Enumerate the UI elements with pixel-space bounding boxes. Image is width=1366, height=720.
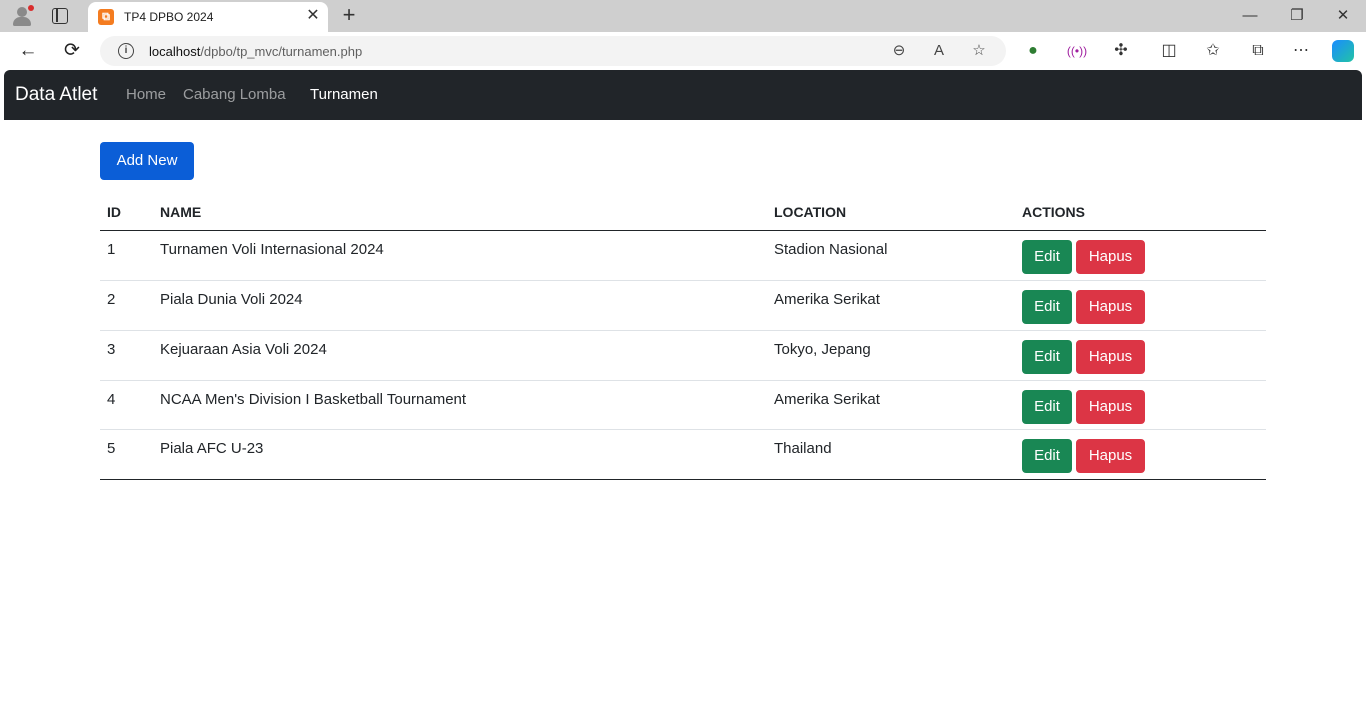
extension-globe-icon[interactable]: ● <box>1022 40 1044 62</box>
table-row: 3 Kejuaraan Asia Voli 2024 Tokyo, Jepang… <box>100 331 1266 381</box>
extensions-icon[interactable]: ✣ <box>1110 40 1132 62</box>
back-icon[interactable]: ← <box>16 39 40 63</box>
profile-icon[interactable] <box>11 5 34 27</box>
edit-button[interactable]: Edit <box>1022 290 1072 324</box>
edit-button[interactable]: Edit <box>1022 439 1072 473</box>
cell-name: NCAA Men's Division I Basketball Tournam… <box>160 391 467 408</box>
url-text[interactable]: localhost/dpbo/tp_mvc/turnamen.php <box>149 44 362 59</box>
delete-button[interactable]: Hapus <box>1076 240 1145 274</box>
refresh-icon[interactable]: ⟳ <box>60 39 84 63</box>
page-viewport: Data Atlet Home Cabang Lomba Turnamen Ad… <box>4 70 1362 720</box>
favorite-star-icon[interactable]: ☆ <box>968 40 990 62</box>
cell-id: 2 <box>107 291 116 308</box>
cell-name: Piala Dunia Voli 2024 <box>160 291 303 308</box>
cell-location: Stadion Nasional <box>774 241 888 258</box>
add-new-button[interactable]: Add New <box>100 142 194 180</box>
read-aloud-icon[interactable]: A <box>928 40 950 62</box>
browser-tab[interactable]: ⧉ TP4 DPBO 2024 ✕ <box>88 2 328 32</box>
table-row: 4 NCAA Men's Division I Basketball Tourn… <box>100 381 1266 431</box>
cell-id: 3 <box>107 341 116 358</box>
info-icon[interactable]: i <box>118 43 134 59</box>
header-name: NAME <box>160 204 202 220</box>
new-tab-icon[interactable]: + <box>338 4 360 26</box>
tab-actions-icon[interactable] <box>52 8 68 24</box>
header-id: ID <box>107 204 121 220</box>
table-row: 2 Piala Dunia Voli 2024 Amerika Serikat … <box>100 281 1266 331</box>
nav-link-turnamen[interactable]: Turnamen <box>310 86 378 103</box>
collections-icon[interactable]: ⧉ <box>1247 40 1269 62</box>
minimize-icon[interactable]: — <box>1238 4 1262 28</box>
header-actions: ACTIONS <box>1022 204 1085 220</box>
extension-broadcast-icon[interactable]: ((•)) <box>1066 40 1088 62</box>
url-host: localhost <box>149 44 201 59</box>
delete-button[interactable]: Hapus <box>1076 439 1145 473</box>
table-row: 5 Piala AFC U-23 Thailand Edit Hapus <box>100 430 1266 480</box>
favorites-icon[interactable]: ✩ <box>1202 40 1224 62</box>
cell-id: 5 <box>107 440 116 457</box>
zoom-icon[interactable]: ⊖ <box>888 40 910 62</box>
table-bottom-border <box>100 479 1266 480</box>
tab-title: TP4 DPBO 2024 <box>124 10 214 24</box>
cell-location: Tokyo, Jepang <box>774 341 871 358</box>
header-location: LOCATION <box>774 204 847 220</box>
xampp-favicon-icon: ⧉ <box>98 9 114 25</box>
table-row: 1 Turnamen Voli Internasional 2024 Stadi… <box>100 231 1266 281</box>
restore-icon[interactable]: ❐ <box>1285 4 1309 28</box>
delete-button[interactable]: Hapus <box>1076 340 1145 374</box>
cell-name: Piala AFC U-23 <box>160 440 264 457</box>
navbar: Data Atlet Home Cabang Lomba Turnamen <box>4 70 1362 120</box>
cell-location: Amerika Serikat <box>774 291 880 308</box>
edit-button[interactable]: Edit <box>1022 240 1072 274</box>
cell-name: Turnamen Voli Internasional 2024 <box>160 241 384 258</box>
nav-link-home[interactable]: Home <box>126 86 166 103</box>
browser-toolbar: ← ⟳ i localhost/dpbo/tp_mvc/turnamen.php… <box>0 32 1366 70</box>
cell-location: Amerika Serikat <box>774 391 880 408</box>
edit-button[interactable]: Edit <box>1022 390 1072 424</box>
copilot-icon[interactable] <box>1332 40 1354 62</box>
edit-button[interactable]: Edit <box>1022 340 1072 374</box>
address-bar[interactable]: i localhost/dpbo/tp_mvc/turnamen.php ⊖ A… <box>100 36 1006 66</box>
nav-link-cabang-lomba[interactable]: Cabang Lomba <box>183 86 286 103</box>
close-window-icon[interactable]: ✕ <box>1331 4 1355 28</box>
navbar-brand[interactable]: Data Atlet <box>15 84 97 106</box>
cell-id: 4 <box>107 391 116 408</box>
url-path: /dpbo/tp_mvc/turnamen.php <box>200 44 363 59</box>
cell-id: 1 <box>107 241 116 258</box>
more-menu-icon[interactable]: ⋯ <box>1290 40 1312 62</box>
delete-button[interactable]: Hapus <box>1076 290 1145 324</box>
cell-location: Thailand <box>774 440 832 457</box>
close-tab-icon[interactable]: ✕ <box>304 7 322 25</box>
split-screen-icon[interactable]: ◫ <box>1158 40 1180 62</box>
cell-name: Kejuaraan Asia Voli 2024 <box>160 341 327 358</box>
delete-button[interactable]: Hapus <box>1076 390 1145 424</box>
tab-strip: ⧉ TP4 DPBO 2024 ✕ + — ❐ ✕ <box>0 0 1366 32</box>
